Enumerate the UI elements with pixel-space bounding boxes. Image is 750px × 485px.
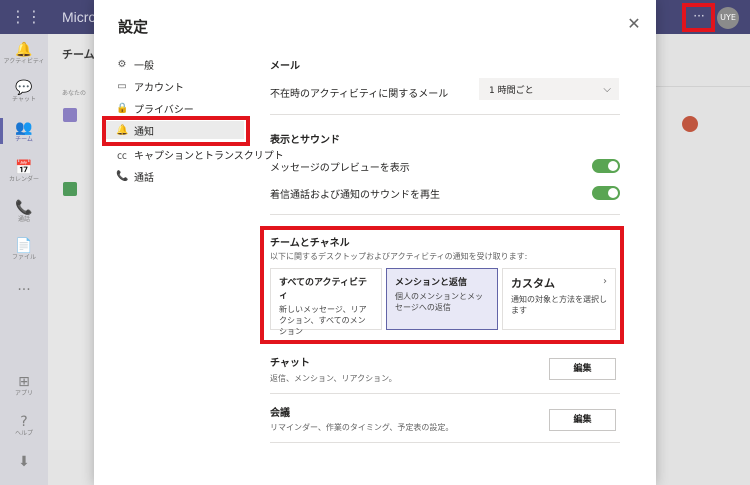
nav-item-general[interactable]: ⚙ 一般 (116, 55, 154, 73)
close-icon[interactable]: ✕ (626, 16, 642, 32)
divider (270, 214, 620, 215)
team-avatar[interactable] (63, 182, 77, 196)
section-title-chat: チャット (270, 358, 310, 369)
rail-item-files[interactable]: 📄 ファイル (0, 238, 48, 262)
divider (270, 393, 620, 394)
rail-item-calls[interactable]: 📞 通話 (0, 200, 48, 224)
rail-item-chat[interactable]: 💬 チャット (0, 80, 48, 104)
meeting-description: リマインダー、作業のタイミング、予定表の設定。 (270, 423, 454, 432)
phone-icon: 📞 (15, 200, 33, 216)
nav-item-label: 通話 (134, 172, 154, 184)
section-title-mail: メール (270, 61, 300, 72)
avatar[interactable]: UYE (717, 7, 739, 29)
teams-icon: 👥 (15, 120, 33, 136)
divider (270, 442, 620, 443)
team-avatar[interactable] (63, 108, 77, 122)
apps-icon: ⊞ (18, 374, 30, 390)
nav-item-privacy[interactable]: 🔒 プライバシー (116, 99, 194, 117)
rail-item-activity[interactable]: 🔔 アクティビティ (0, 42, 48, 66)
highlight-more-button (682, 3, 715, 32)
rail-item-help[interactable]: ? ヘルプ (0, 414, 48, 438)
teams-list-pane (48, 34, 94, 485)
gear-icon: ⚙ (117, 58, 127, 70)
id-card-icon: ▭ (117, 80, 127, 92)
mail-frequency-dropdown[interactable]: 1 時間ごと ⌵ (479, 78, 619, 100)
file-icon: 📄 (15, 238, 33, 254)
chat-icon: 💬 (15, 80, 33, 96)
toggle-knob (608, 161, 618, 171)
download-icon: ⬇ (18, 454, 30, 470)
rail-item-more[interactable]: ··· (0, 282, 48, 298)
chat-description: 返信、メンション、リアクション。 (270, 374, 397, 383)
toggle-knob (608, 188, 618, 198)
sound-toggle[interactable] (592, 186, 620, 200)
meeting-edit-button[interactable]: 編集 (549, 409, 616, 431)
nav-item-label: キャプションとトランスクリプト (134, 150, 284, 162)
rail-item-download[interactable]: ⬇ (0, 454, 48, 470)
section-title-display: 表示とサウンド (270, 135, 340, 146)
chevron-down-icon: ⌵ (603, 83, 611, 95)
nav-item-calls[interactable]: 📞 通話 (116, 167, 154, 185)
dropdown-value: 1 時間ごと (489, 85, 534, 96)
dialog-title: 設定 (118, 18, 149, 36)
status-badge (682, 116, 698, 132)
lock-icon: 🔒 (116, 102, 129, 114)
nav-item-label: 一般 (134, 60, 154, 72)
app-launcher-icon[interactable]: ⋮⋮ (10, 8, 42, 26)
sound-label: 着信通話および通知のサウンドを再生 (270, 190, 440, 201)
rail-item-calendar[interactable]: 📅 カレンダー (0, 160, 48, 184)
rail-item-apps[interactable]: ⊞ アプリ (0, 374, 48, 398)
preview-toggle[interactable] (592, 159, 620, 173)
teams-header: チーム (62, 48, 95, 61)
rail-item-teams[interactable]: 👥 チーム (0, 120, 48, 144)
right-pane (656, 34, 750, 485)
nav-item-label: プライバシー (134, 104, 194, 116)
divider (270, 114, 620, 115)
calendar-icon: 📅 (15, 160, 33, 176)
highlight-teams-channels (260, 226, 624, 344)
nav-item-captions[interactable]: ㏄ キャプションとトランスクリプト (116, 145, 284, 163)
divider (656, 86, 750, 87)
nav-item-account[interactable]: ▭ アカウント (116, 77, 184, 95)
help-icon: ? (20, 414, 28, 430)
more-icon: ··· (17, 282, 31, 298)
app-rail: 🔔 アクティビティ 💬 チャット 👥 チーム 📅 カレンダー 📞 通話 📄 ファ… (0, 34, 48, 485)
chat-edit-button[interactable]: 編集 (549, 358, 616, 380)
app-title: Micro (62, 9, 97, 25)
highlight-notifications (102, 116, 250, 146)
phone-icon: 📞 (116, 170, 129, 182)
nav-item-label: アカウント (134, 82, 184, 94)
teams-subheader: あなたの (62, 90, 87, 97)
preview-label: メッセージのプレビューを表示 (270, 163, 410, 174)
mail-frequency-label: 不在時のアクティビティに関するメール (270, 89, 449, 100)
section-title-meeting: 会議 (270, 408, 290, 419)
cc-icon: ㏄ (117, 150, 127, 162)
bell-icon: 🔔 (15, 42, 33, 58)
